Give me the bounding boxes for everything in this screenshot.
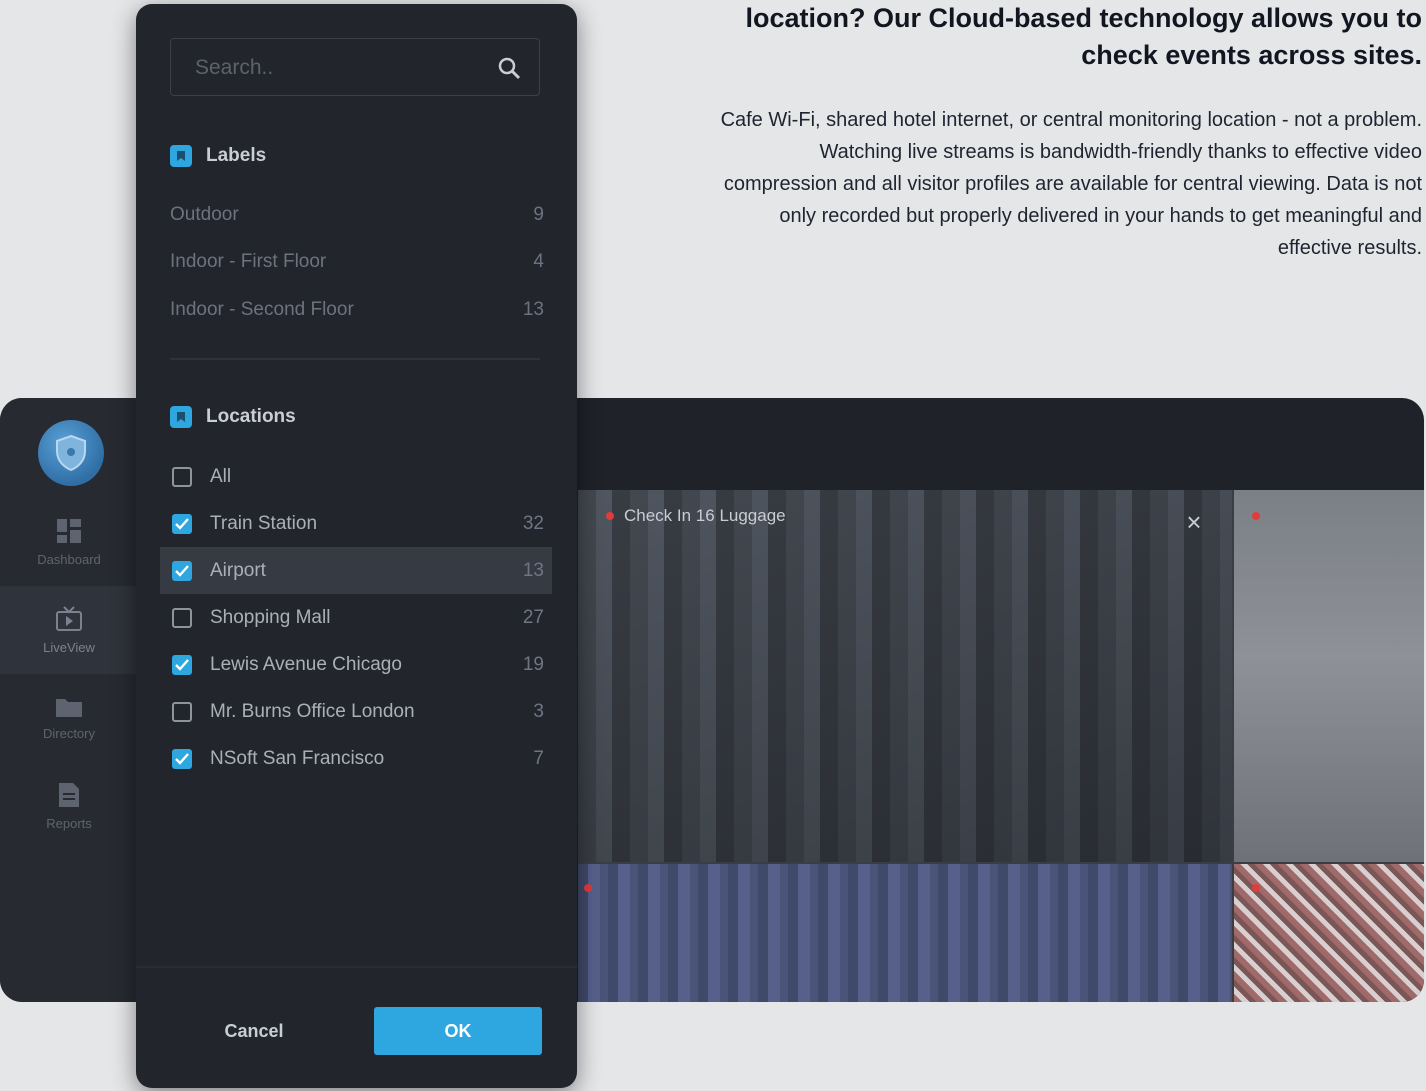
location-count: 27: [522, 606, 544, 628]
location-name: Shopping Mall: [210, 606, 331, 628]
cancel-button[interactable]: Cancel: [176, 1007, 332, 1055]
nav-label-directory: Directory: [42, 725, 95, 741]
label-name: Indoor - Second Floor: [170, 299, 354, 320]
section-divider: [170, 358, 540, 360]
label-row-indoor-first-floor[interactable]: Indoor - First Floor 4: [170, 247, 544, 277]
location-name: Lewis Avenue Chicago: [210, 653, 402, 675]
label-tag-icon: [170, 145, 192, 167]
feed-caption-text: Check In 16 Luggage: [624, 506, 786, 525]
dashboard-icon: [57, 518, 81, 543]
checkbox[interactable]: [172, 701, 192, 722]
nav-label-liveview: LiveView: [43, 639, 95, 655]
label-count: 9: [533, 204, 544, 225]
ok-button[interactable]: OK: [374, 1007, 542, 1055]
nav-item-liveview[interactable]: LiveView: [0, 586, 138, 674]
shield-icon: [56, 434, 86, 472]
report-icon: [59, 782, 79, 807]
location-count: 32: [522, 512, 544, 534]
hero-title: location? Our Cloud-based technology all…: [745, 3, 1422, 70]
labels-title: Labels: [206, 145, 267, 166]
nav-label-reports: Reports: [46, 815, 92, 831]
location-row-all[interactable]: All: [160, 453, 552, 500]
label-count: 13: [522, 299, 544, 320]
check-icon: [175, 752, 189, 765]
nav-item-reports[interactable]: Reports: [0, 762, 138, 850]
location-tag-icon: [170, 406, 192, 428]
nav-item-directory[interactable]: Directory: [0, 674, 138, 762]
feed-caption: Check In 16 Luggage: [606, 506, 786, 526]
recording-dot: [1252, 512, 1260, 520]
location-name: Train Station: [210, 512, 318, 534]
camera-feed-side[interactable]: [1234, 490, 1424, 862]
search-icon[interactable]: [497, 56, 521, 80]
locations-heading: Locations: [170, 406, 296, 428]
location-row-shopping-mall[interactable]: Shopping Mall 27: [160, 594, 552, 641]
locations-title: Locations: [206, 406, 296, 427]
location-count: 19: [522, 653, 544, 675]
filter-panel: Labels Outdoor 9 Indoor - First Floor 4 …: [136, 4, 577, 1088]
hero-text: Cafe Wi-Fi, shared hotel internet, or ce…: [720, 109, 1422, 259]
check-icon: [175, 564, 189, 577]
location-count: 3: [533, 700, 544, 722]
nav-item-dashboard[interactable]: Dashboard: [0, 498, 138, 586]
checkbox[interactable]: [172, 466, 192, 487]
label-row-outdoor[interactable]: Outdoor 9: [170, 200, 544, 230]
recording-dot: [1252, 884, 1260, 892]
label-name: Outdoor: [170, 204, 239, 225]
camera-feed-main[interactable]: Check In 16 Luggage ×: [578, 490, 1232, 862]
folder-icon: [56, 698, 82, 717]
checkbox-checked[interactable]: [172, 513, 192, 534]
search-box: [170, 38, 540, 97]
labels-heading: Labels: [170, 145, 266, 167]
location-row-lewis-avenue-chicago[interactable]: Lewis Avenue Chicago 19: [160, 641, 552, 688]
checkbox-checked[interactable]: [172, 748, 192, 769]
location-row-train-station[interactable]: Train Station 32: [160, 500, 552, 547]
nav-label-dashboard: Dashboard: [37, 551, 101, 567]
video-grid: Check In 16 Luggage ×: [578, 490, 1424, 1002]
location-name: All: [210, 465, 232, 487]
location-row-nsoft-san-francisco[interactable]: NSoft San Francisco 7: [160, 735, 552, 782]
checkbox-checked[interactable]: [172, 654, 192, 675]
search-input[interactable]: [193, 39, 487, 97]
recording-dot: [606, 512, 614, 520]
label-row-indoor-second-floor[interactable]: Indoor - Second Floor 13: [170, 295, 544, 325]
location-name: Airport: [210, 559, 266, 581]
close-icon[interactable]: ×: [1178, 506, 1210, 538]
label-name: Indoor - First Floor: [170, 251, 327, 272]
location-name: Mr. Burns Office London: [210, 700, 415, 722]
location-count: 13: [522, 559, 544, 581]
check-icon: [175, 517, 189, 530]
location-name: NSoft San Francisco: [210, 747, 385, 769]
recording-dot: [584, 884, 592, 892]
check-icon: [175, 658, 189, 671]
liveview-icon: [56, 605, 82, 631]
location-row-airport[interactable]: Airport 13: [160, 547, 552, 594]
location-row-mr-burns-office-london[interactable]: Mr. Burns Office London 3: [160, 688, 552, 735]
checkbox-checked[interactable]: [172, 560, 192, 581]
footer-divider: [136, 966, 577, 968]
camera-feed-bottom-right[interactable]: [1234, 864, 1424, 1002]
checkbox[interactable]: [172, 607, 192, 628]
location-count: 7: [533, 747, 544, 769]
side-nav: Dashboard LiveView Directory Reports: [0, 398, 138, 1002]
camera-feed-bottom-left[interactable]: [578, 864, 1232, 1002]
app-logo[interactable]: [38, 420, 104, 486]
label-count: 4: [533, 251, 544, 272]
